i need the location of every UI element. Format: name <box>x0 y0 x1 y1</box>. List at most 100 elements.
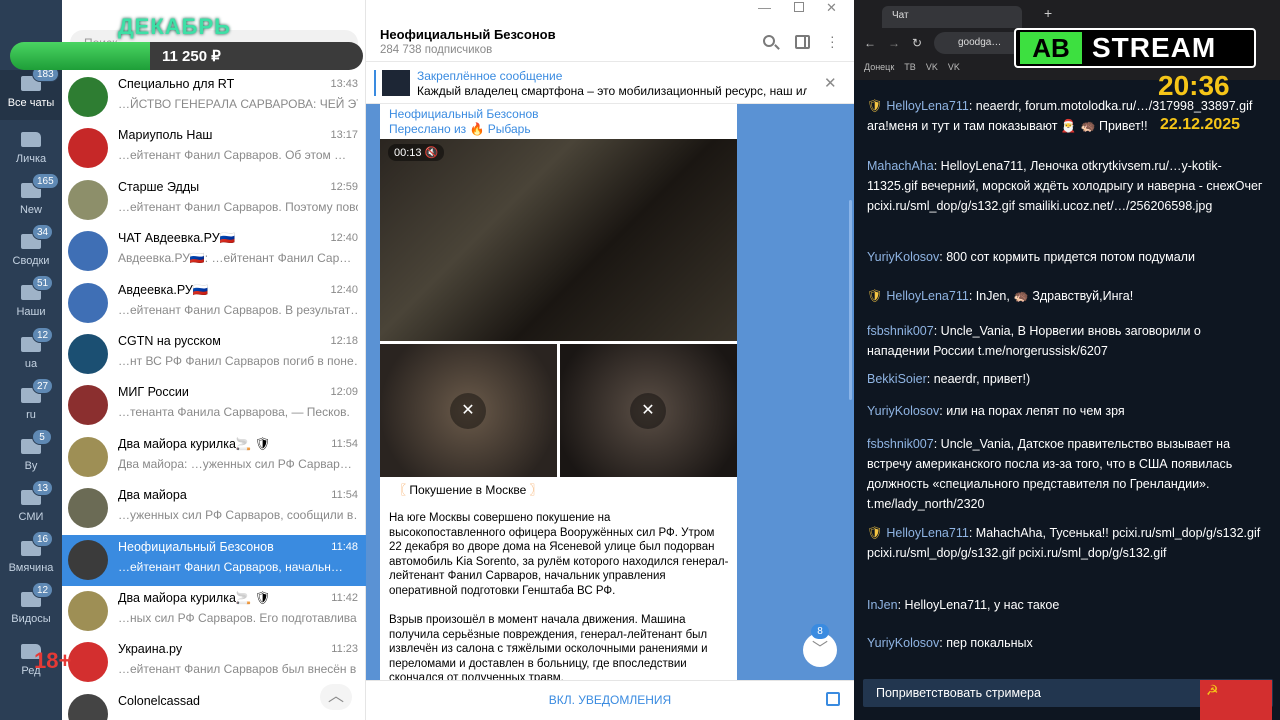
chat-time: 11:54 <box>331 489 358 502</box>
chat-row[interactable]: Два майора курилка🚬 🛡 11:42 …ных сил РФ Са… <box>62 586 366 637</box>
shield-badge-icon: 🛡 <box>867 526 887 540</box>
cancel-download-icon[interactable]: ✕ <box>450 393 486 429</box>
chat-avatar <box>68 179 108 220</box>
chat-avatar <box>68 128 108 169</box>
folder-7[interactable]: 5 By <box>0 429 62 483</box>
chat-row[interactable]: CGTN на русском 12:18 …нт ВС РФ Фанил Сарв… <box>62 329 366 380</box>
search-icon-handle <box>774 44 780 50</box>
chat-time: 12:59 <box>330 180 358 193</box>
chat-time: 13:43 <box>330 78 358 90</box>
scroll-up-button[interactable]: ︿ <box>320 684 352 710</box>
photo-thumbnail[interactable]: ✕ <box>380 344 557 477</box>
bookmark[interactable]: ТВ <box>904 62 916 72</box>
stream-logo: AB STREAM <box>1014 28 1256 68</box>
chat-row[interactable]: Мариуполь Наш 13:17 …ейтенант Фанил Сарвар… <box>62 123 366 174</box>
video-player[interactable]: 00:13 🔇 <box>380 139 737 341</box>
folder-8[interactable]: 13 СМИ <box>0 480 62 534</box>
stream-chat-message: fsbshnik007: Uncle_Vania, В Норвегии вно… <box>867 324 1201 358</box>
chat-nickname[interactable]: YuriyKolosov <box>867 250 939 264</box>
folder-badge: 51 <box>32 275 54 291</box>
chat-preview: …ных сил РФ Сарваров. Его подготавлива… <box>118 611 358 625</box>
shield-badge-icon: 🛡 <box>867 99 887 113</box>
folder-4[interactable]: 51 Наши <box>0 275 62 329</box>
chat-nickname[interactable]: HelloyLena711 <box>886 289 968 303</box>
donation-amount: 11 250 ₽ <box>162 48 221 65</box>
close-icon[interactable]: ✕ <box>826 0 837 16</box>
chat-nickname[interactable]: BekkiSoier <box>867 372 927 386</box>
chat-scrollbar[interactable] <box>849 200 852 400</box>
folder-5[interactable]: 12 ua <box>0 327 62 381</box>
chat-row[interactable]: Специально для RT 13:43 …ЙСТВО ГЕНЕРАЛА СА… <box>62 72 366 123</box>
forward-icon[interactable]: → <box>888 36 900 50</box>
chat-name: Старше Эдды <box>118 179 200 194</box>
chat-row[interactable]: Два майора курилка🚬 🛡 11:54 Два майора: …у… <box>62 432 366 483</box>
maximize-icon[interactable] <box>794 2 804 12</box>
bookmark[interactable]: VK <box>926 62 938 72</box>
bottom-bar: ВКЛ. УВЕДОМЛЕНИЯ <box>366 680 854 720</box>
stream-chat-message: MahachAha: HelloyLena711, Леночка otkryt… <box>867 159 1263 213</box>
sidebar-toggle-icon[interactable] <box>795 35 810 49</box>
minimize-icon[interactable]: — <box>758 0 771 15</box>
message-author[interactable]: Неофициальный Безсонов <box>389 107 539 121</box>
chat-row[interactable]: ЧАТ Авдеевка.РУ🇷🇺 12:40 Авдеевка.РУ🇷🇺: …ей… <box>62 226 366 277</box>
photo-thumbnail[interactable]: ✕ <box>560 344 737 477</box>
folder-sidebar: 183 Все чаты Личка 165 New 34 Сводки 51 Наши 12 ua… <box>0 0 62 720</box>
reload-icon[interactable]: ↻ <box>912 36 922 50</box>
chat-name: Два майора курилка🚬 🛡 <box>118 591 271 605</box>
close-pinned-icon[interactable]: ✕ <box>824 74 837 92</box>
chat-row[interactable]: Украина.ру 11:23 …ейтенант Фанил Сарваров … <box>62 637 366 688</box>
bookmark[interactable]: VK <box>948 62 960 72</box>
chat-avatar <box>68 591 108 631</box>
cancel-download-icon[interactable]: ✕ <box>630 393 666 429</box>
ussr-flag-icon: ☭ <box>1200 680 1272 720</box>
folder-6[interactable]: 27 ru <box>0 378 62 432</box>
browser-tab[interactable]: Чат <box>882 6 1022 28</box>
chat-name: Colonelcassad <box>118 693 200 708</box>
chat-nickname[interactable]: fsbshnik007 <box>867 437 934 451</box>
chat-nickname[interactable]: InJen <box>867 598 898 612</box>
chat-preview: …уженных сил РФ Сарваров, сообщили в… <box>118 508 358 523</box>
folder-badge: 27 <box>32 378 54 394</box>
pinned-text: Каждый владелец смартфона – это мобилиза… <box>417 84 807 98</box>
channel-title[interactable]: Неофициальный Безсонов <box>380 27 556 42</box>
chat-nickname[interactable]: HelloyLena711 <box>886 526 968 540</box>
folder-icon <box>21 132 41 147</box>
chat-nickname[interactable]: YuriyKolosov <box>867 636 939 650</box>
chat-preview: …ейтенант Фанил Сарваров был внесён в ба… <box>118 662 358 677</box>
gift-icon[interactable] <box>826 692 840 706</box>
chat-nickname[interactable]: MahachAha <box>867 159 934 173</box>
chat-list: Поиск Специально для RT13:43…ЙСТВО ГЕНЕР… <box>62 0 366 720</box>
folder-label: By <box>24 460 38 472</box>
bookmark[interactable]: Донецк <box>864 62 894 72</box>
chat-nickname[interactable]: YuriyKolosov <box>867 404 939 418</box>
forwarded-from[interactable]: Переслано из 🔥 Рыбарь <box>389 122 531 136</box>
chat-name: Специально для RT <box>118 77 235 91</box>
folder-0[interactable]: 183 Все чаты <box>0 66 62 120</box>
chat-row[interactable]: Авдеевка.РУ🇷🇺 12:40 …ейтенант Фанил Сарвар… <box>62 278 366 329</box>
chat-row[interactable]: МИГ России 12:09 …тенанта Фанила Сарварова… <box>62 380 366 431</box>
folder-3[interactable]: 34 Сводки <box>0 224 62 278</box>
back-icon[interactable]: ← <box>864 36 876 50</box>
chat-row[interactable]: Два майора 11:54 …уженных сил РФ Сарваров,… <box>62 483 366 534</box>
new-tab-icon[interactable]: + <box>1044 5 1052 21</box>
chat-avatar <box>68 282 108 323</box>
notifications-button[interactable]: ВКЛ. УВЕДОМЛЕНИЯ <box>366 693 854 707</box>
chat-row[interactable]: Старше Эдды 12:59 …ейтенант Фанил Сарваров… <box>62 175 366 226</box>
chat-name: Украина.ру <box>118 642 183 657</box>
chat-nickname[interactable]: fsbshnik007 <box>867 324 934 338</box>
pinned-thumbnail <box>382 70 410 96</box>
mute-icon[interactable]: 🔇 <box>425 147 439 159</box>
chat-nickname[interactable]: HelloyLena711 <box>886 99 968 113</box>
folder-2[interactable]: 165 New <box>0 173 62 227</box>
more-menu-icon[interactable]: · · · <box>830 29 835 53</box>
chat-row[interactable]: Неофициальный Безсонов 11:48 …ейтенант Фан… <box>62 534 366 586</box>
folder-1[interactable]: Личка <box>0 126 62 176</box>
folder-label: Видосы <box>11 613 51 625</box>
pinned-message-bar[interactable]: Закреплённое сообщение Каждый владелец с… <box>366 62 854 104</box>
folder-label: Наши <box>16 306 46 318</box>
folder-9[interactable]: 16 Вмячина <box>0 531 62 585</box>
logo-right: STREAM <box>1092 32 1217 63</box>
folder-10[interactable]: 12 Видосы <box>0 582 62 636</box>
chat-text: 800 сот кормить придется потом подумали <box>946 250 1195 264</box>
window-controls: — ✕ <box>758 0 848 20</box>
